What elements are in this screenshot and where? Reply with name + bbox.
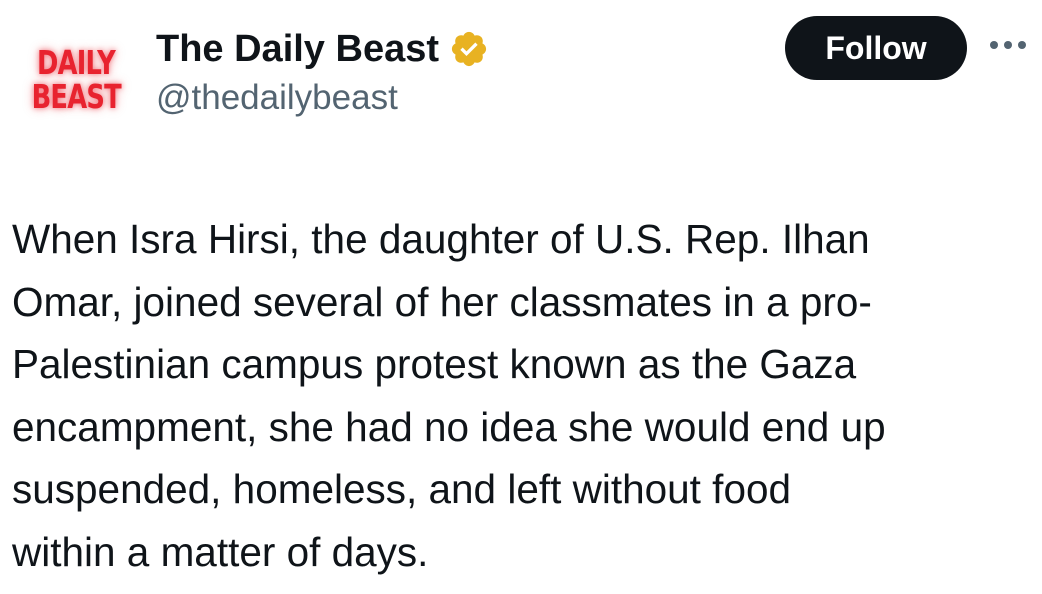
tweet-text-line: Omar, joined several of her classmates i… bbox=[12, 278, 872, 325]
tweet-text: When Isra Hirsi, the daughter of U.S. Re… bbox=[12, 208, 1037, 583]
more-dot bbox=[990, 41, 998, 49]
tweet-text-line: within a matter of days. bbox=[12, 528, 429, 575]
author-handle[interactable]: @thedailybeast bbox=[156, 78, 398, 118]
verified-badge-icon bbox=[449, 29, 489, 69]
avatar[interactable]: DAILY BEAST bbox=[22, 28, 130, 132]
logo-line-1: DAILY bbox=[37, 43, 116, 82]
more-dot bbox=[1004, 41, 1012, 49]
tweet-text-line: When Isra Hirsi, the daughter of U.S. Re… bbox=[12, 216, 870, 262]
display-name[interactable]: The Daily Beast bbox=[156, 28, 439, 71]
author-name-row: The Daily Beast bbox=[156, 26, 489, 72]
tweet-card: DAILY BEAST The Daily Beast @thedailybea… bbox=[0, 0, 1042, 594]
tweet-text-line: suspended, homeless, and left without fo… bbox=[12, 466, 792, 512]
tweet-text-line: Palestinian campus protest known as the … bbox=[12, 341, 857, 387]
tweet-text-line: encampment, she had no idea she would en… bbox=[12, 403, 886, 450]
logo-line-2: BEAST bbox=[31, 77, 121, 116]
follow-button[interactable]: Follow bbox=[785, 16, 967, 80]
more-dot bbox=[1018, 41, 1026, 49]
more-options-icon[interactable] bbox=[990, 30, 1040, 60]
